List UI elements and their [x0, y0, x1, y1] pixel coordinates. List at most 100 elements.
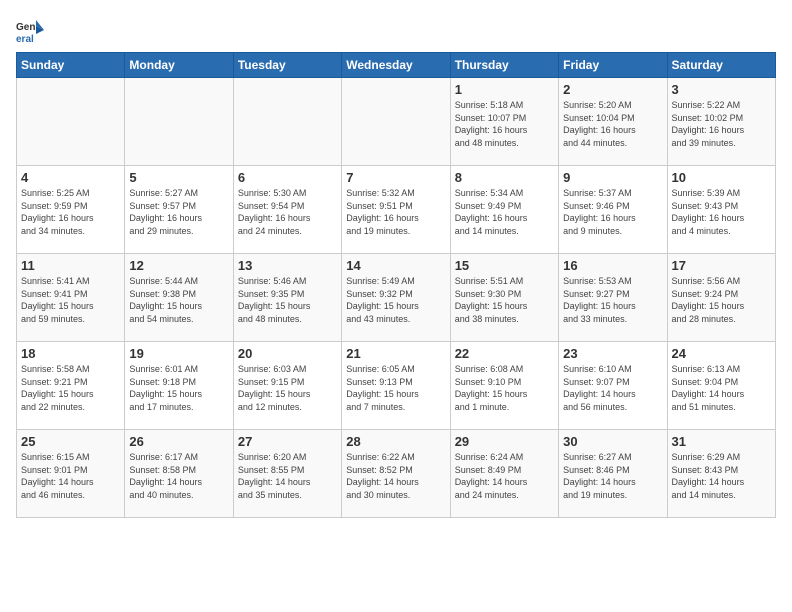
day-number: 12 — [129, 258, 228, 273]
day-info: Sunrise: 6:15 AM Sunset: 9:01 PM Dayligh… — [21, 451, 120, 501]
day-number: 25 — [21, 434, 120, 449]
calendar-cell: 21 Sunrise: 6:05 AM Sunset: 9:13 PM Dayli… — [342, 342, 450, 430]
day-info: Sunrise: 5:18 AM Sunset: 10:07 PM Daylig… — [455, 99, 554, 149]
day-info: Sunrise: 5:37 AM Sunset: 9:46 PM Dayligh… — [563, 187, 662, 237]
day-info: Sunrise: 6:13 AM Sunset: 9:04 PM Dayligh… — [672, 363, 771, 413]
day-number: 15 — [455, 258, 554, 273]
day-info: Sunrise: 5:39 AM Sunset: 9:43 PM Dayligh… — [672, 187, 771, 237]
day-number: 21 — [346, 346, 445, 361]
day-info: Sunrise: 5:25 AM Sunset: 9:59 PM Dayligh… — [21, 187, 120, 237]
weekday-header-sunday: Sunday — [17, 53, 125, 78]
calendar-cell: 3Sunrise: 5:22 AM Sunset: 10:02 PM Dayli… — [667, 78, 775, 166]
day-number: 2 — [563, 82, 662, 97]
calendar-cell — [233, 78, 341, 166]
day-info: Sunrise: 5:41 AM Sunset: 9:41 PM Dayligh… — [21, 275, 120, 325]
day-info: Sunrise: 6:22 AM Sunset: 8:52 PM Dayligh… — [346, 451, 445, 501]
svg-text:Gen: Gen — [16, 22, 35, 33]
day-number: 8 — [455, 170, 554, 185]
calendar-table: SundayMondayTuesdayWednesdayThursdayFrid… — [16, 52, 776, 518]
day-number: 11 — [21, 258, 120, 273]
day-number: 7 — [346, 170, 445, 185]
day-number: 6 — [238, 170, 337, 185]
calendar-cell: 13 Sunrise: 5:46 AM Sunset: 9:35 PM Dayli… — [233, 254, 341, 342]
calendar-cell: 26Sunrise: 6:17 AM Sunset: 8:58 PM Dayli… — [125, 430, 233, 518]
day-info: Sunrise: 6:20 AM Sunset: 8:55 PM Dayligh… — [238, 451, 337, 501]
calendar-cell: 30 Sunrise: 6:27 AM Sunset: 8:46 PM Dayli… — [559, 430, 667, 518]
day-number: 23 — [563, 346, 662, 361]
calendar-cell: 14 Sunrise: 5:49 AM Sunset: 9:32 PM Dayli… — [342, 254, 450, 342]
weekday-header-saturday: Saturday — [667, 53, 775, 78]
calendar-cell: 25 Sunrise: 6:15 AM Sunset: 9:01 PM Dayli… — [17, 430, 125, 518]
calendar-cell: 16Sunrise: 5:53 AM Sunset: 9:27 PM Dayli… — [559, 254, 667, 342]
day-number: 17 — [672, 258, 771, 273]
day-number: 22 — [455, 346, 554, 361]
day-info: Sunrise: 5:46 AM Sunset: 9:35 PM Dayligh… — [238, 275, 337, 325]
day-number: 31 — [672, 434, 771, 449]
day-number: 28 — [346, 434, 445, 449]
svg-text:eral: eral — [16, 34, 34, 44]
weekday-header-tuesday: Tuesday — [233, 53, 341, 78]
day-number: 14 — [346, 258, 445, 273]
calendar-cell: 24 Sunrise: 6:13 AM Sunset: 9:04 PM Dayli… — [667, 342, 775, 430]
day-number: 18 — [21, 346, 120, 361]
weekday-header-row: SundayMondayTuesdayWednesdayThursdayFrid… — [17, 53, 776, 78]
week-row-2: 4 Sunrise: 5:25 AM Sunset: 9:59 PM Daylig… — [17, 166, 776, 254]
day-info: Sunrise: 5:34 AM Sunset: 9:49 PM Dayligh… — [455, 187, 554, 237]
day-info: Sunrise: 6:10 AM Sunset: 9:07 PM Dayligh… — [563, 363, 662, 413]
calendar-cell — [342, 78, 450, 166]
calendar-cell: 29 Sunrise: 6:24 AM Sunset: 8:49 PM Dayli… — [450, 430, 558, 518]
day-info: Sunrise: 6:05 AM Sunset: 9:13 PM Dayligh… — [346, 363, 445, 413]
day-number: 29 — [455, 434, 554, 449]
calendar-cell: 10 Sunrise: 5:39 AM Sunset: 9:43 PM Dayli… — [667, 166, 775, 254]
calendar-cell: 20Sunrise: 6:03 AM Sunset: 9:15 PM Dayli… — [233, 342, 341, 430]
calendar-cell: 28 Sunrise: 6:22 AM Sunset: 8:52 PM Dayli… — [342, 430, 450, 518]
weekday-header-friday: Friday — [559, 53, 667, 78]
day-info: Sunrise: 5:44 AM Sunset: 9:38 PM Dayligh… — [129, 275, 228, 325]
calendar-cell: 8 Sunrise: 5:34 AM Sunset: 9:49 PM Daylig… — [450, 166, 558, 254]
day-info: Sunrise: 6:27 AM Sunset: 8:46 PM Dayligh… — [563, 451, 662, 501]
header: Gen eral — [16, 16, 776, 44]
calendar-cell: 2 Sunrise: 5:20 AM Sunset: 10:04 PM Dayli… — [559, 78, 667, 166]
calendar-cell: 15Sunrise: 5:51 AM Sunset: 9:30 PM Dayli… — [450, 254, 558, 342]
day-number: 24 — [672, 346, 771, 361]
day-number: 30 — [563, 434, 662, 449]
weekday-header-wednesday: Wednesday — [342, 53, 450, 78]
calendar-cell: 18Sunrise: 5:58 AM Sunset: 9:21 PM Dayli… — [17, 342, 125, 430]
day-info: Sunrise: 5:32 AM Sunset: 9:51 PM Dayligh… — [346, 187, 445, 237]
day-number: 4 — [21, 170, 120, 185]
day-info: Sunrise: 5:27 AM Sunset: 9:57 PM Dayligh… — [129, 187, 228, 237]
week-row-1: 1 Sunrise: 5:18 AM Sunset: 10:07 PM Dayli… — [17, 78, 776, 166]
day-info: Sunrise: 5:56 AM Sunset: 9:24 PM Dayligh… — [672, 275, 771, 325]
day-number: 1 — [455, 82, 554, 97]
day-number: 13 — [238, 258, 337, 273]
calendar-cell: 6 Sunrise: 5:30 AM Sunset: 9:54 PM Daylig… — [233, 166, 341, 254]
day-info: Sunrise: 6:24 AM Sunset: 8:49 PM Dayligh… — [455, 451, 554, 501]
day-number: 19 — [129, 346, 228, 361]
day-info: Sunrise: 5:20 AM Sunset: 10:04 PM Daylig… — [563, 99, 662, 149]
day-number: 16 — [563, 258, 662, 273]
day-info: Sunrise: 6:17 AM Sunset: 8:58 PM Dayligh… — [129, 451, 228, 501]
day-number: 27 — [238, 434, 337, 449]
calendar-cell: 12 Sunrise: 5:44 AM Sunset: 9:38 PM Dayli… — [125, 254, 233, 342]
calendar-cell: 4 Sunrise: 5:25 AM Sunset: 9:59 PM Daylig… — [17, 166, 125, 254]
calendar-cell: 7 Sunrise: 5:32 AM Sunset: 9:51 PM Daylig… — [342, 166, 450, 254]
calendar-cell: 23 Sunrise: 6:10 AM Sunset: 9:07 PM Dayli… — [559, 342, 667, 430]
calendar-cell: 31 Sunrise: 6:29 AM Sunset: 8:43 PM Dayli… — [667, 430, 775, 518]
day-info: Sunrise: 6:08 AM Sunset: 9:10 PM Dayligh… — [455, 363, 554, 413]
logo-icon: Gen eral — [16, 16, 44, 44]
logo: Gen eral — [16, 16, 48, 44]
day-number: 10 — [672, 170, 771, 185]
day-info: Sunrise: 6:29 AM Sunset: 8:43 PM Dayligh… — [672, 451, 771, 501]
calendar-cell: 5Sunrise: 5:27 AM Sunset: 9:57 PM Daylig… — [125, 166, 233, 254]
day-info: Sunrise: 5:49 AM Sunset: 9:32 PM Dayligh… — [346, 275, 445, 325]
day-number: 20 — [238, 346, 337, 361]
week-row-3: 11 Sunrise: 5:41 AM Sunset: 9:41 PM Dayli… — [17, 254, 776, 342]
day-info: Sunrise: 5:30 AM Sunset: 9:54 PM Dayligh… — [238, 187, 337, 237]
calendar-cell — [17, 78, 125, 166]
week-row-4: 18Sunrise: 5:58 AM Sunset: 9:21 PM Dayli… — [17, 342, 776, 430]
day-number: 3 — [672, 82, 771, 97]
weekday-header-thursday: Thursday — [450, 53, 558, 78]
calendar-cell: 1 Sunrise: 5:18 AM Sunset: 10:07 PM Dayli… — [450, 78, 558, 166]
calendar-cell: 22 Sunrise: 6:08 AM Sunset: 9:10 PM Dayli… — [450, 342, 558, 430]
weekday-header-monday: Monday — [125, 53, 233, 78]
